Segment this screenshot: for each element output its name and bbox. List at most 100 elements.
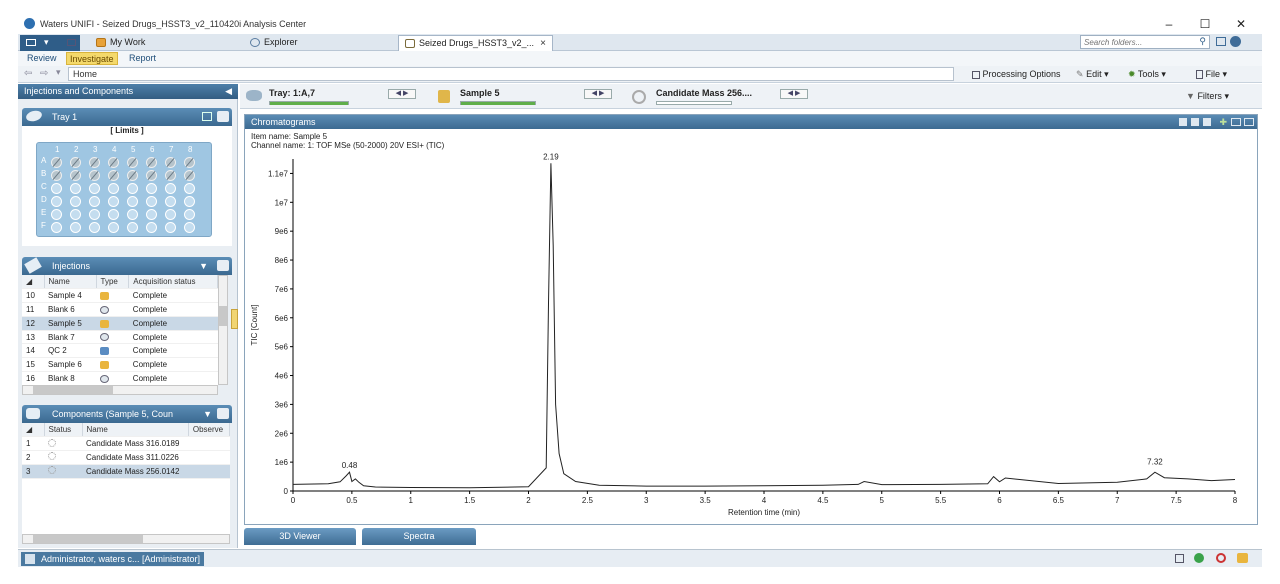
export-icon[interactable] <box>1203 118 1211 126</box>
tray-selector[interactable]: Tray: 1:A,7 <box>244 86 384 107</box>
restore-icon[interactable] <box>1231 118 1241 126</box>
injections-hscroll[interactable] <box>22 385 218 395</box>
plate-well[interactable] <box>146 222 157 233</box>
plate-well[interactable] <box>89 170 100 181</box>
components-name-col[interactable]: Name <box>82 423 189 438</box>
plate-well[interactable] <box>108 157 119 168</box>
component-row[interactable]: 3 Candidate Mass 256.0142 <box>22 464 230 479</box>
plate-well[interactable] <box>70 196 81 207</box>
file-menu-button[interactable]: File ▾ <box>1196 69 1227 80</box>
components-hscroll-thumb[interactable] <box>33 535 143 543</box>
plate-well[interactable] <box>127 209 138 220</box>
close-button[interactable]: ✕ <box>1226 16 1256 32</box>
component-row[interactable]: 2 Candidate Mass 311.0226 <box>22 450 230 465</box>
search-folders-box[interactable]: ⚲ <box>1080 35 1210 49</box>
ribbon-tab-investigate[interactable]: Investigate <box>66 52 118 65</box>
injections-name-col[interactable]: Name <box>44 275 97 290</box>
help-icon[interactable] <box>1230 36 1241 47</box>
back-arrow-icon[interactable]: ⇦ <box>24 68 32 79</box>
maximize-panel-icon[interactable] <box>1244 118 1254 126</box>
plate-well[interactable] <box>184 183 195 194</box>
minimize-button[interactable]: – <box>1154 16 1184 32</box>
injections-type-col[interactable]: Type <box>96 275 130 290</box>
plate-well[interactable] <box>51 196 62 207</box>
zoom-icon[interactable]: ✚ <box>1219 115 1227 129</box>
splitter-handle[interactable] <box>231 309 238 329</box>
user-badge[interactable]: Administrator, waters c... [Administrato… <box>21 552 205 566</box>
maximize-button[interactable]: ☐ <box>1190 16 1220 32</box>
plate-well[interactable] <box>108 196 119 207</box>
plate-well[interactable] <box>108 222 119 233</box>
plate-well[interactable] <box>127 183 138 194</box>
search-icon[interactable]: ⚲ <box>1199 36 1206 47</box>
plate-well[interactable] <box>127 196 138 207</box>
injections-vscroll[interactable] <box>218 275 228 385</box>
plate-well[interactable] <box>51 183 62 194</box>
injection-row[interactable]: 12 Sample 5 Complete <box>22 316 218 331</box>
components-observe-col[interactable]: Observe <box>188 423 231 438</box>
plate-well[interactable] <box>127 170 138 181</box>
plate-well[interactable] <box>184 170 195 181</box>
tray-nav-buttons[interactable]: ◀ ▶ <box>388 89 416 99</box>
window-layout-icon[interactable] <box>1216 37 1226 46</box>
injections-hscroll-thumb[interactable] <box>33 386 113 394</box>
component-row[interactable]: 1 Candidate Mass 316.0189 <box>22 436 230 452</box>
tab-3d-viewer[interactable]: 3D Viewer <box>244 528 356 545</box>
close-tab-icon[interactable]: × <box>540 36 546 51</box>
plate-well[interactable] <box>70 222 81 233</box>
components-filter-icon[interactable]: ▼ <box>203 405 212 423</box>
print-icon[interactable] <box>1191 118 1199 126</box>
plate-well[interactable] <box>127 222 138 233</box>
processing-options-button[interactable]: Processing Options <box>972 69 1061 79</box>
injections-collapse-icon[interactable] <box>217 260 229 271</box>
plate-well[interactable] <box>127 157 138 168</box>
injection-row[interactable]: 11 Blank 6 Complete <box>22 302 218 317</box>
address-field[interactable]: Home <box>68 67 954 81</box>
injection-row[interactable]: 10 Sample 4 Complete <box>22 288 218 304</box>
chromatogram-chart[interactable]: 0 1e6 2e6 3e6 4e6 5e6 6e6 7e6 8e6 9e6 1e7 1.1e7 0 0.5… <box>245 151 1257 523</box>
tab-my-work[interactable]: My Work <box>92 35 242 51</box>
copy-icon[interactable] <box>1179 118 1187 126</box>
plate-well[interactable] <box>108 209 119 220</box>
status-save-icon[interactable] <box>1175 554 1184 563</box>
sample-nav-buttons[interactable]: ◀ ▶ <box>584 89 612 99</box>
tray-collapse-icon[interactable] <box>217 111 229 122</box>
tab-explorer[interactable]: Explorer <box>246 35 396 51</box>
plate-well[interactable] <box>146 157 157 168</box>
components-collapse-icon[interactable] <box>217 408 229 419</box>
plate-well[interactable] <box>165 170 176 181</box>
filter-icon[interactable]: ▼ <box>199 257 208 275</box>
injection-row[interactable]: 15 Sample 6 Complete <box>22 357 218 373</box>
plate-well[interactable] <box>184 222 195 233</box>
plate-well[interactable] <box>89 183 100 194</box>
filters-button[interactable]: ▼ Filters ▾ <box>1186 91 1229 102</box>
plate-well[interactable] <box>70 157 81 168</box>
injection-row[interactable]: 14 QC 2 Complete <box>22 343 218 359</box>
collapse-pane-icon[interactable]: ◀ <box>225 84 232 99</box>
plate-well[interactable] <box>165 222 176 233</box>
candidate-nav-buttons[interactable]: ◀ ▶ <box>780 89 808 99</box>
sample-plate[interactable]: 1 2 3 4 5 6 7 8 ABCDEF <box>36 142 212 237</box>
plate-well[interactable] <box>146 170 157 181</box>
plate-well[interactable] <box>70 183 81 194</box>
plate-well[interactable] <box>146 196 157 207</box>
injection-row[interactable]: 13 Blank 7 Complete <box>22 330 218 345</box>
plate-well[interactable] <box>51 170 62 181</box>
sample-selector[interactable]: Sample 5 <box>436 86 576 107</box>
edit-menu-button[interactable]: ✎ Edit ▾ <box>1076 69 1109 80</box>
plate-well[interactable] <box>146 209 157 220</box>
plate-well[interactable] <box>89 196 100 207</box>
search-input[interactable] <box>1081 36 1191 48</box>
plate-well[interactable] <box>51 157 62 168</box>
plate-well[interactable] <box>70 170 81 181</box>
plate-well[interactable] <box>165 196 176 207</box>
history-chevron-icon[interactable]: ▾ <box>56 67 61 78</box>
plate-well[interactable] <box>184 157 195 168</box>
ribbon-tab-review[interactable]: Review <box>24 52 60 65</box>
plate-well[interactable] <box>184 209 195 220</box>
injections-status-col[interactable]: Acquisition status <box>128 275 218 290</box>
tools-menu-button[interactable]: ✹ Tools ▾ <box>1128 69 1166 80</box>
components-status-col[interactable]: Status <box>44 423 83 438</box>
plate-well[interactable] <box>51 222 62 233</box>
injection-row[interactable]: 16 Blank 8 Complete <box>22 371 218 386</box>
